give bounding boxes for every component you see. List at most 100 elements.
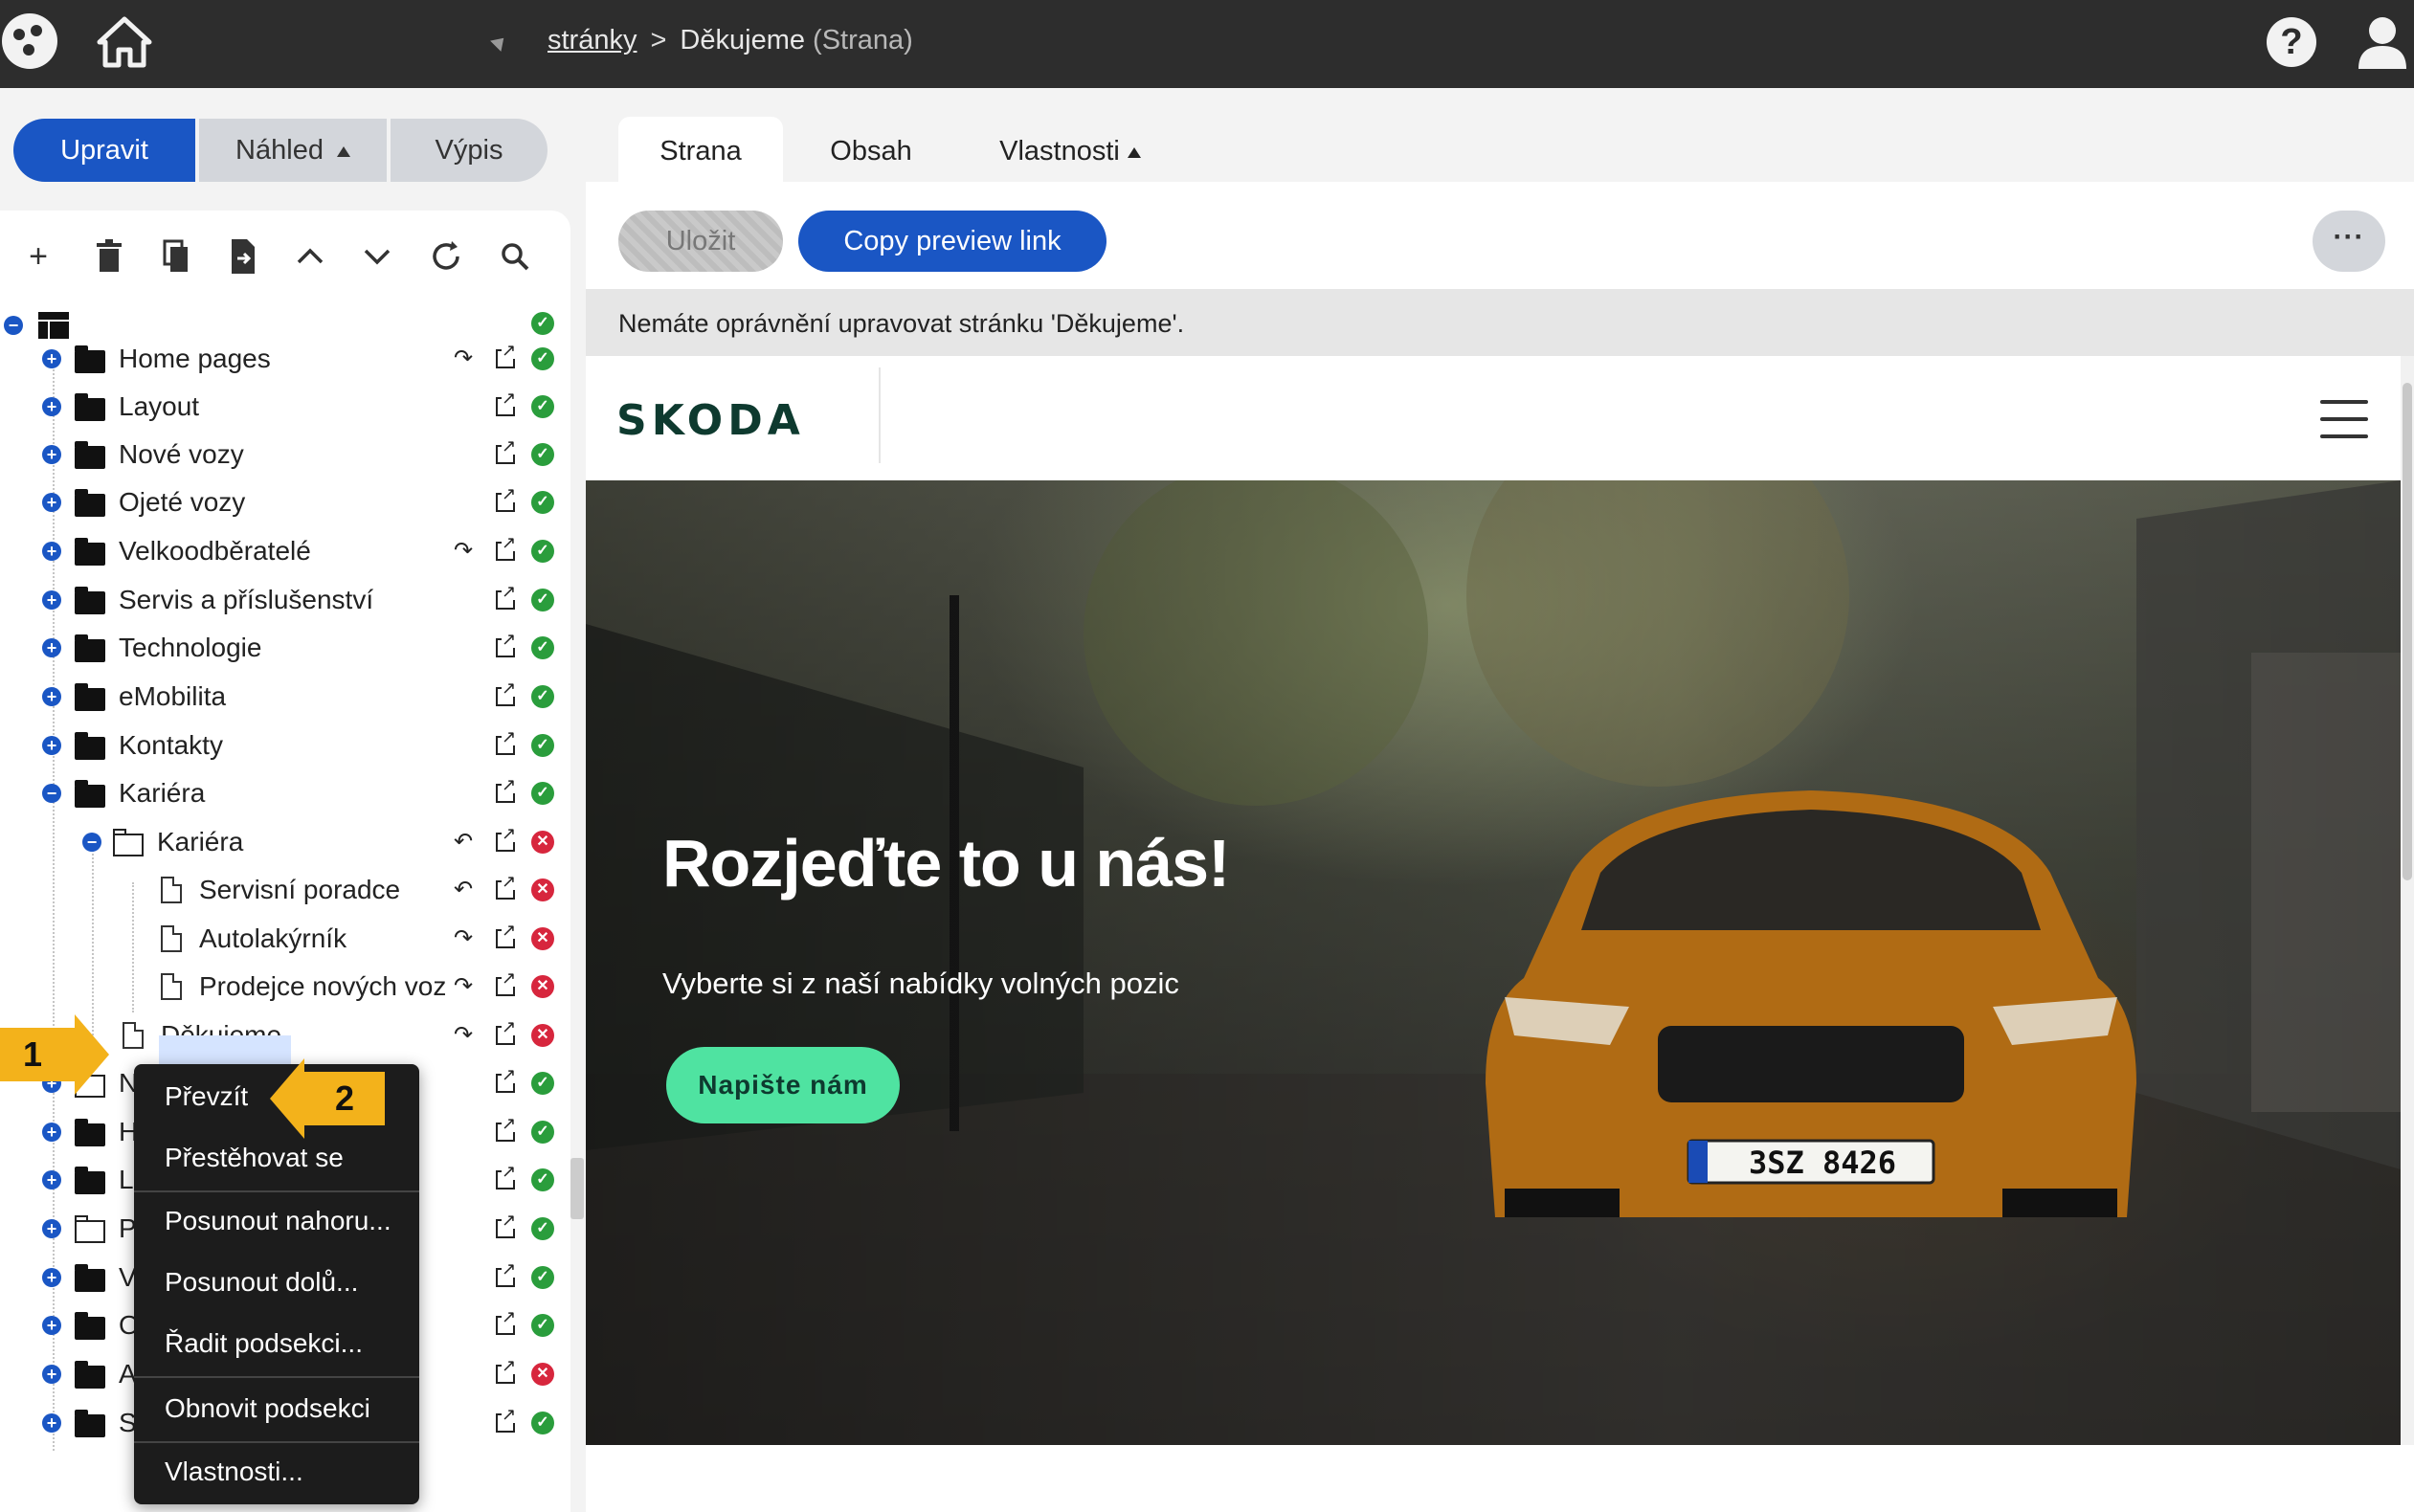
expand-icon[interactable]: + [42, 445, 61, 464]
expand-icon[interactable]: + [42, 397, 61, 416]
folder-icon [75, 683, 105, 711]
open-external-icon[interactable] [496, 1212, 517, 1238]
contact-us-button[interactable]: Napište nám [666, 1047, 900, 1123]
tree-item[interactable]: + Nové vozy ✓ [0, 433, 570, 477]
site-root-icon[interactable] [38, 312, 69, 339]
home-icon[interactable] [96, 15, 153, 69]
collapse-icon[interactable]: − [82, 833, 101, 852]
folder-icon [75, 634, 105, 662]
open-external-icon[interactable] [496, 437, 517, 464]
tree-item-label: Servisní poradce [199, 875, 401, 904]
sync-status-icon: ↷ [454, 345, 474, 371]
panel-splitter[interactable] [570, 1158, 584, 1219]
expand-icon[interactable]: + [42, 1365, 61, 1384]
save-button[interactable]: Uložit [618, 211, 783, 272]
open-external-icon[interactable] [496, 1357, 517, 1384]
menu-item-move-down[interactable]: Posunout dolů... [134, 1252, 419, 1313]
tree-item[interactable]: + Technologie ✓ [0, 626, 570, 670]
open-external-icon[interactable] [496, 1260, 517, 1287]
user-icon[interactable] [2357, 13, 2408, 71]
open-external-icon[interactable] [496, 922, 517, 948]
status-ok-icon: ✓ [531, 395, 554, 418]
refresh-icon[interactable] [427, 237, 465, 276]
tree-item[interactable]: + Velkoodběratelé ↷ ✓ [0, 529, 570, 573]
paste-icon[interactable] [224, 237, 262, 276]
open-external-icon[interactable] [496, 631, 517, 657]
search-icon[interactable] [496, 237, 534, 276]
menu-item-sort-subsection[interactable]: Řadit podsekci... [134, 1313, 419, 1374]
open-external-icon[interactable] [496, 728, 517, 755]
open-external-icon[interactable] [496, 1115, 517, 1142]
open-external-icon[interactable] [496, 1066, 517, 1093]
open-external-icon[interactable] [496, 1406, 517, 1433]
breadcrumb-current: Děkujeme [680, 25, 805, 56]
page-icon [161, 973, 182, 1000]
expand-icon[interactable]: + [42, 736, 61, 755]
tree-item[interactable]: + Ojeté vozy ✓ [0, 480, 570, 524]
tree-item[interactable]: + Home pages ↷ ✓ [0, 337, 570, 381]
expand-icon[interactable]: + [42, 1123, 61, 1142]
open-external-icon[interactable] [496, 342, 517, 368]
tree-item[interactable]: + Kontakty ✓ [0, 723, 570, 767]
tree-item[interactable]: + Servis a příslušenství ✓ [0, 578, 570, 622]
tab-content[interactable]: Obsah [804, 117, 938, 184]
expand-icon[interactable]: + [42, 590, 61, 610]
delete-icon[interactable] [90, 237, 128, 276]
tab-page[interactable]: Strana [618, 117, 783, 184]
tree-item[interactable]: Autolakýrník ↷ ✕ [0, 917, 570, 961]
brand-logo[interactable]: SKODA [616, 396, 805, 445]
tree-item[interactable]: − Kariéra ✓ [0, 771, 570, 815]
help-icon[interactable]: ? [2267, 17, 2316, 67]
tree-item[interactable]: − Kariéra ↶ ✕ [0, 820, 570, 864]
expand-icon[interactable]: + [42, 687, 61, 706]
expand-icon[interactable]: + [42, 542, 61, 561]
tree-item[interactable]: Prodejce nových voz ↷ ✕ [0, 965, 570, 1009]
copy-preview-link-button[interactable]: Copy preview link [798, 211, 1106, 272]
open-external-icon[interactable] [496, 534, 517, 561]
expand-icon[interactable]: + [42, 1268, 61, 1287]
open-external-icon[interactable] [496, 583, 517, 610]
collapse-icon[interactable]: − [42, 784, 61, 803]
open-external-icon[interactable] [496, 1163, 517, 1190]
tree-item[interactable]: Servisní poradce ↶ ✕ [0, 868, 570, 912]
breadcrumb-link[interactable]: stránky [548, 25, 637, 56]
tree-item-label: L [119, 1165, 134, 1194]
expand-icon[interactable]: + [42, 493, 61, 512]
open-external-icon[interactable] [496, 969, 517, 996]
breadcrumb-toggle-icon[interactable] [490, 33, 509, 52]
open-external-icon[interactable] [496, 776, 517, 803]
mode-edit-button[interactable]: Upravit [13, 119, 195, 182]
open-external-icon[interactable] [496, 389, 517, 416]
more-options-button[interactable]: ··· [2313, 211, 2385, 272]
add-icon[interactable]: + [19, 237, 57, 276]
app-logo-icon[interactable] [2, 13, 57, 69]
preview-scrollbar-thumb[interactable] [2403, 383, 2412, 880]
open-external-icon[interactable] [496, 679, 517, 706]
expand-icon[interactable]: + [42, 1316, 61, 1335]
tree-item[interactable]: + eMobilita ✓ [0, 675, 570, 719]
copy-icon[interactable] [157, 237, 195, 276]
expand-icon[interactable]: + [42, 1170, 61, 1190]
expand-icon[interactable]: + [42, 1219, 61, 1238]
hamburger-menu-icon[interactable] [2320, 400, 2368, 438]
menu-item-refresh-subsection[interactable]: Obnovit podsekci [134, 1378, 419, 1439]
open-external-icon[interactable] [496, 825, 517, 852]
open-external-icon[interactable] [496, 1018, 517, 1045]
open-external-icon[interactable] [496, 485, 517, 512]
mode-list-button[interactable]: Výpis [391, 119, 548, 182]
dropdown-triangle-icon [1127, 146, 1141, 158]
mode-preview-button[interactable]: Náhled [199, 119, 387, 182]
root-collapse-icon[interactable]: − [4, 316, 23, 335]
open-external-icon[interactable] [496, 1308, 517, 1335]
expand-icon[interactable]: + [42, 638, 61, 657]
menu-item-move-up[interactable]: Posunout nahoru... [134, 1190, 419, 1252]
tab-properties[interactable]: Vlastnosti [986, 117, 1154, 184]
menu-item-properties[interactable]: Vlastnosti... [134, 1441, 419, 1502]
status-error-icon: ✕ [531, 975, 554, 998]
open-external-icon[interactable] [496, 873, 517, 900]
move-up-icon[interactable] [291, 237, 329, 276]
expand-icon[interactable]: + [42, 349, 61, 368]
move-down-icon[interactable] [358, 237, 396, 276]
tree-item[interactable]: + Layout ✓ [0, 385, 570, 429]
expand-icon[interactable]: + [42, 1413, 61, 1433]
